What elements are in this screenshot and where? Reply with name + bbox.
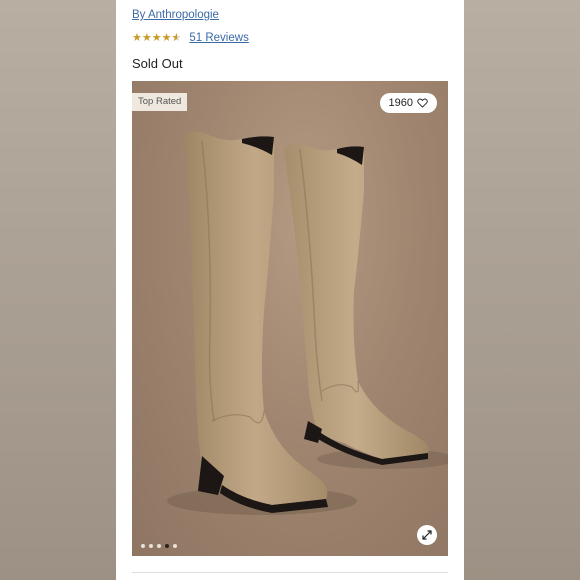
divider: [132, 572, 448, 573]
brand-link[interactable]: By Anthropologie: [132, 9, 219, 21]
pagination-dot[interactable]: [157, 544, 161, 548]
star-rating[interactable]: ★ ★ ★ ★ ★: [132, 32, 181, 44]
pagination-dot-active[interactable]: [165, 544, 169, 548]
product-image[interactable]: Top Rated 1960: [132, 81, 448, 556]
top-rated-badge: Top Rated: [132, 93, 188, 111]
favorite-button[interactable]: 1960: [379, 93, 437, 113]
star-icon: ★: [141, 32, 152, 44]
heart-icon: [417, 98, 428, 108]
expand-icon: [422, 530, 432, 540]
image-pagination: [141, 544, 177, 548]
product-card: By Anthropologie ★ ★ ★ ★ ★ 51 Reviews So…: [116, 0, 464, 580]
pagination-dot[interactable]: [141, 544, 145, 548]
rating-row: ★ ★ ★ ★ ★ 51 Reviews: [132, 31, 249, 45]
boots-photo: [167, 131, 448, 515]
star-icon: ★: [132, 32, 142, 44]
expand-image-button[interactable]: [417, 525, 437, 545]
background-right: [464, 0, 580, 580]
favorites-count: 1960: [388, 97, 413, 109]
availability-status: Sold Out: [132, 56, 183, 71]
reviews-link[interactable]: 51 Reviews: [189, 32, 248, 44]
star-half-icon: ★: [172, 32, 182, 44]
star-icon: ★: [161, 32, 172, 44]
background-left: [0, 0, 116, 580]
pagination-dot[interactable]: [173, 544, 177, 548]
pagination-dot[interactable]: [149, 544, 153, 548]
star-icon: ★: [151, 32, 162, 44]
